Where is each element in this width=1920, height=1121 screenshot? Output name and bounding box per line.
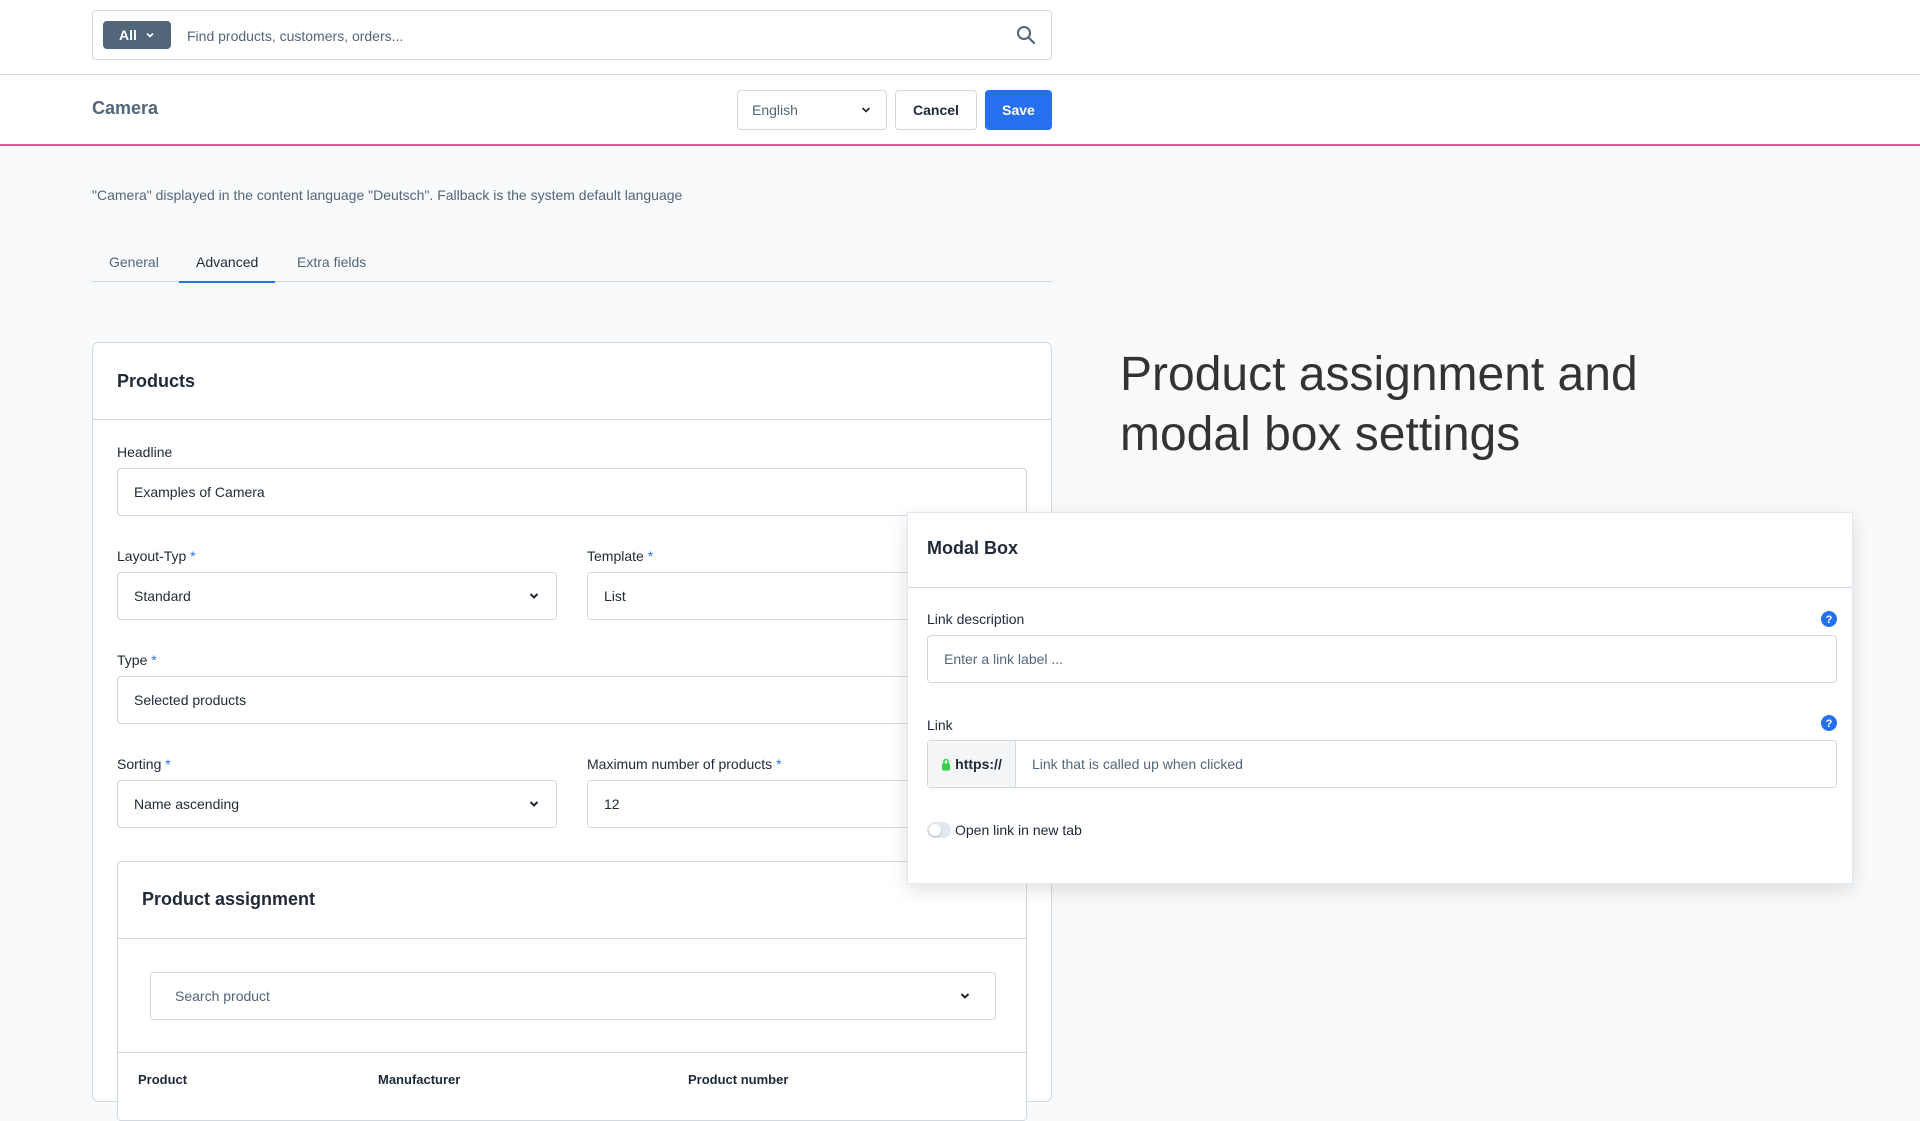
open-new-tab-label: Open link in new tab — [955, 822, 1082, 838]
type-select[interactable]: Selected products — [117, 676, 1027, 724]
search-scope-label: All — [119, 27, 137, 43]
search-input[interactable] — [185, 21, 969, 51]
chevron-down-icon — [861, 107, 871, 113]
link-description-label: Link description — [927, 611, 1025, 627]
url-prefix: https:// — [928, 741, 1016, 787]
divider — [118, 1052, 1026, 1053]
url-prefix-text: https:// — [955, 756, 1002, 772]
template-label: Template * — [587, 548, 654, 564]
language-select[interactable]: English — [737, 90, 887, 130]
tab-bar: General Advanced Extra fields — [92, 250, 1052, 283]
help-icon[interactable]: ? — [1821, 611, 1837, 627]
sorting-label: Sorting * — [117, 756, 171, 772]
template-value: List — [604, 588, 626, 604]
tab-general[interactable]: General — [109, 254, 159, 281]
link-input[interactable]: https:// Link that is called up when cli… — [927, 740, 1837, 788]
chevron-down-icon — [960, 993, 970, 999]
page-title: Camera — [92, 98, 159, 118]
global-search: All — [92, 10, 1052, 60]
tab-extra-fields[interactable]: Extra fields — [297, 254, 366, 281]
lock-icon — [942, 758, 951, 770]
max-products-value: 12 — [604, 796, 620, 812]
link-description-placeholder: Enter a link label ... — [944, 651, 1064, 667]
product-search-select[interactable]: Search product — [150, 972, 996, 1020]
svg-text:?: ? — [1826, 614, 1833, 626]
chevron-down-icon — [146, 32, 154, 38]
chevron-down-icon — [529, 801, 539, 807]
product-assignment-card: Product assignment Search product Produc… — [117, 861, 1027, 1121]
help-icon[interactable]: ? — [1821, 715, 1837, 731]
search-scope-dropdown[interactable]: All — [103, 21, 171, 49]
link-placeholder: Link that is called up when clicked — [1032, 756, 1243, 772]
type-value: Selected products — [134, 692, 247, 708]
layout-type-select[interactable]: Standard — [117, 572, 557, 620]
max-products-label: Maximum number of products * — [587, 756, 782, 772]
search-icon[interactable] — [1015, 24, 1037, 46]
type-label: Type * — [117, 652, 157, 668]
link-label: Link — [927, 717, 953, 733]
chevron-down-icon — [529, 593, 539, 599]
language-info-text: "Camera" displayed in the content langua… — [92, 187, 683, 203]
headline-label: Headline — [117, 444, 173, 460]
cancel-button[interactable]: Cancel — [895, 90, 977, 130]
product-assignment-title: Product assignment — [118, 862, 1026, 939]
language-select-value: English — [752, 102, 798, 118]
link-description-input[interactable]: Enter a link label ... — [927, 635, 1837, 683]
headline-value: Examples of Camera — [134, 484, 265, 500]
layout-type-label: Layout-Typ * — [117, 548, 196, 564]
tab-advanced[interactable]: Advanced — [179, 254, 276, 283]
open-new-tab-toggle[interactable] — [927, 822, 951, 838]
layout-type-value: Standard — [134, 588, 191, 604]
hero-caption: Product assignment and modal box setting… — [1120, 348, 1638, 461]
svg-text:?: ? — [1826, 718, 1833, 730]
modal-box-panel: Modal Box Link description ? Enter a lin… — [907, 512, 1853, 884]
product-search-placeholder: Search product — [175, 988, 270, 1004]
modal-box-title: Modal Box — [908, 513, 1852, 588]
save-button[interactable]: Save — [985, 90, 1052, 130]
top-bar: All — [0, 0, 1920, 75]
page-header: Camera English Cancel Save — [0, 75, 1920, 146]
products-card-title: Products — [93, 343, 1051, 420]
sorting-select[interactable]: Name ascending — [117, 780, 557, 828]
sorting-value: Name ascending — [134, 796, 240, 812]
headline-field[interactable]: Examples of Camera — [117, 468, 1027, 516]
